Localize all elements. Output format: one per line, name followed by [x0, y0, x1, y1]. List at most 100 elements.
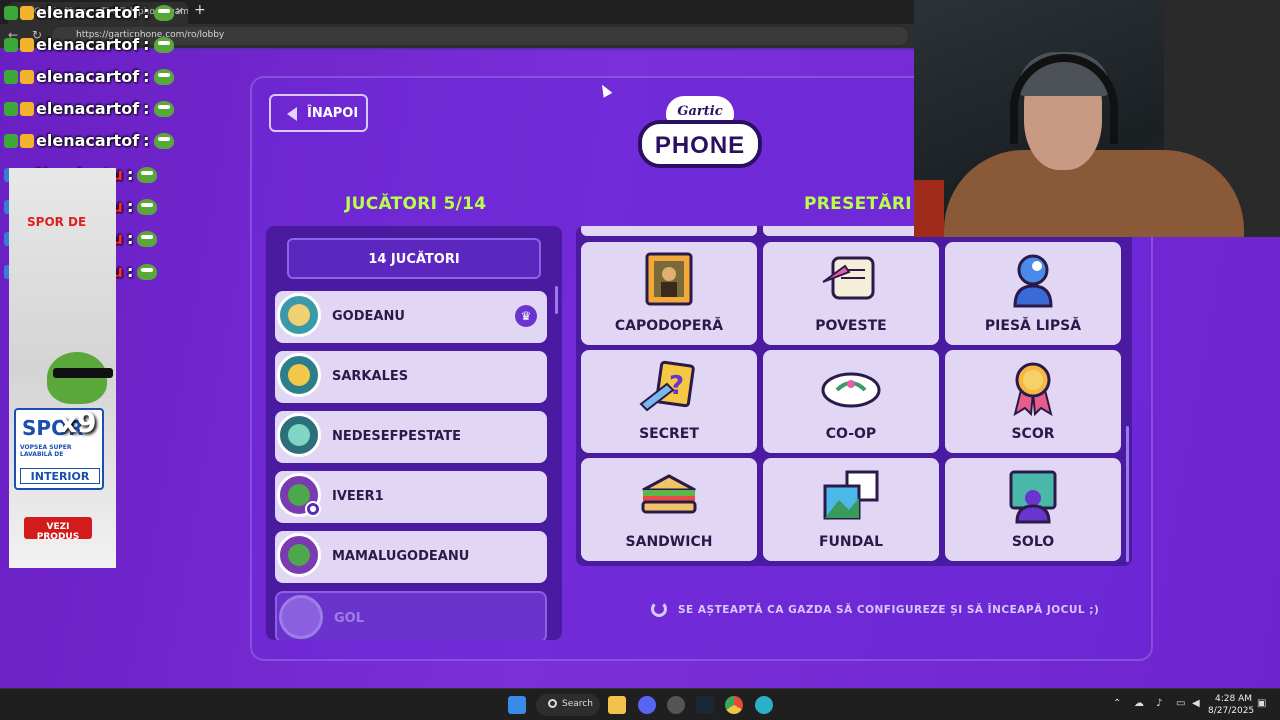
back-button[interactable]: ÎNAPOI	[269, 94, 368, 132]
preset-solo[interactable]: SOLO	[945, 458, 1121, 561]
search-icon	[548, 699, 557, 708]
waiting-text: SE AȘTEAPTĂ CA GAZDA SĂ CONFIGUREZE ȘI S…	[678, 604, 1100, 616]
chat-separator: :	[143, 67, 150, 86]
chat-separator: :	[127, 262, 134, 281]
tray-chevron-icon[interactable]: ⌃	[1113, 698, 1121, 709]
chat-badge-icon	[4, 69, 18, 84]
avatar-face	[288, 544, 310, 566]
preset-sandwich[interactable]: SANDWICH	[581, 458, 757, 561]
loading-spinner-icon	[651, 601, 667, 617]
chat-separator: :	[143, 99, 150, 118]
preset-poveste[interactable]: POVESTE	[763, 242, 939, 345]
player-row: ● IVEER1	[275, 471, 547, 523]
chat-separator: :	[127, 229, 134, 248]
pepe-emote-icon	[153, 132, 174, 149]
chat-separator: :	[143, 3, 150, 22]
scroll-quill-icon	[822, 256, 875, 300]
chat-username: elenacartof	[36, 3, 140, 22]
microphone-icon[interactable]: ♪	[1156, 698, 1162, 709]
avatar-face	[288, 364, 310, 386]
chrome-icon[interactable]	[725, 696, 743, 714]
preset-label: SANDWICH	[625, 534, 713, 550]
empty-avatar	[279, 595, 323, 639]
preset-label: SOLO	[1011, 534, 1055, 550]
preset-capodopera[interactable]: CAPODOPERĂ	[581, 242, 757, 345]
question-pencil-icon: ?	[639, 360, 695, 412]
edge-icon[interactable]	[755, 696, 773, 714]
logo-bottom-plate: PHONE	[638, 120, 762, 168]
taskbar-search[interactable]: Search	[536, 694, 600, 716]
network-icon[interactable]: ▭	[1176, 698, 1185, 709]
player-count-button[interactable]: 14 JUCĂTORI	[287, 238, 541, 279]
advertisement[interactable]: SPOR DE SPOR VOPSEA SUPER LAVABILĂ DE IN…	[9, 168, 116, 568]
ad-multiplier: x9	[59, 406, 97, 439]
frog-emote-icon	[47, 352, 107, 404]
steam-icon[interactable]	[696, 696, 714, 714]
tab-close-icon[interactable]: ×	[175, 4, 184, 17]
webcam-chair	[914, 180, 944, 237]
preset-card-partial[interactable]	[581, 226, 757, 236]
chat-username: elenacartof	[36, 35, 140, 54]
chat-separator: :	[143, 35, 150, 54]
discord-icon[interactable]	[638, 696, 656, 714]
player-name: GODEANU	[332, 309, 405, 324]
new-tab-button[interactable]: +	[194, 2, 206, 18]
solo-screen-icon	[1009, 470, 1057, 524]
mona-lisa-painting-icon	[645, 252, 693, 306]
player-name: NEDESEFPESTATE	[332, 429, 461, 444]
player-count-label: 14 JUCĂTORI	[368, 252, 460, 267]
preset-piesa-lipsa[interactable]: PIESĂ LIPSĂ	[945, 242, 1121, 345]
obs-icon[interactable]	[667, 696, 685, 714]
file-explorer-icon[interactable]	[608, 696, 626, 714]
chat-username: elenacartof	[36, 99, 140, 118]
avatar-face	[288, 424, 310, 446]
ad-headline: SPOR DE	[27, 215, 87, 229]
presets-scrollbar[interactable]	[1126, 426, 1129, 562]
preset-label: SECRET	[639, 426, 699, 442]
player-name: IVEER1	[332, 489, 384, 504]
chat-badge-icon	[20, 69, 34, 84]
preset-scor[interactable]: SCOR	[945, 350, 1121, 453]
preset-fundal[interactable]: FUNDAL	[763, 458, 939, 561]
player-row: GODEANU ♛	[275, 291, 547, 343]
pepe-emote-icon	[137, 198, 158, 215]
ad-cta-button[interactable]: VEZI PRODUS	[24, 517, 92, 542]
chat-username: elenacartof	[36, 67, 140, 86]
pepe-emote-icon	[153, 68, 174, 85]
preset-label: FUNDAL	[818, 534, 884, 550]
chat-badge-icon	[4, 133, 18, 148]
chat-badge-icon	[4, 5, 18, 20]
windows-start-icon[interactable]	[508, 696, 526, 714]
preset-label: CAPODOPERĂ	[614, 318, 724, 334]
chat-badge-icon	[20, 5, 34, 20]
back-arrow-icon	[287, 107, 297, 121]
chat-message: elenacartof:	[4, 2, 174, 28]
volume-icon[interactable]: ◀	[1192, 698, 1200, 709]
pepe-emote-icon	[137, 263, 158, 280]
player-avatar	[277, 413, 321, 457]
chat-separator: :	[143, 131, 150, 150]
preset-label: POVESTE	[815, 318, 887, 334]
logo-top-text: Gartic	[677, 104, 723, 119]
taskbar-clock[interactable]: 4:28 AM 8/27/2025	[1208, 693, 1255, 717]
players-scrollbar[interactable]	[555, 286, 558, 314]
preset-label: SCOR	[1011, 426, 1055, 442]
cloud-icon[interactable]: ☁	[1134, 698, 1144, 709]
logo-top-plate: Gartic	[666, 96, 734, 122]
webcam-shirt	[944, 150, 1244, 237]
sandwich-icon	[641, 474, 697, 514]
chat-badge-icon	[20, 133, 34, 148]
presets-panel: CAPODOPERĂ POVESTE PIESĂ LIPSĂ ? SECRET	[576, 226, 1132, 566]
ad-interior-label: INTERIOR	[20, 468, 100, 484]
players-title: JUCĂTORI 5/14	[345, 194, 487, 214]
presets-title: PRESETĂRI	[804, 194, 912, 214]
preset-card-partial[interactable]	[763, 226, 939, 236]
address-bar[interactable]: https://garticphone.com/ro/lobby	[52, 27, 908, 45]
preset-secret[interactable]: ? SECRET	[581, 350, 757, 453]
host-crown-icon: ♛	[515, 305, 537, 327]
clock-date: 8/27/2025	[1208, 706, 1255, 716]
chat-badge-icon	[4, 37, 18, 52]
preset-co-op[interactable]: CO-OP	[763, 350, 939, 453]
chat-username: elenacartof	[36, 131, 140, 150]
notifications-icon[interactable]: ▣	[1257, 698, 1266, 709]
